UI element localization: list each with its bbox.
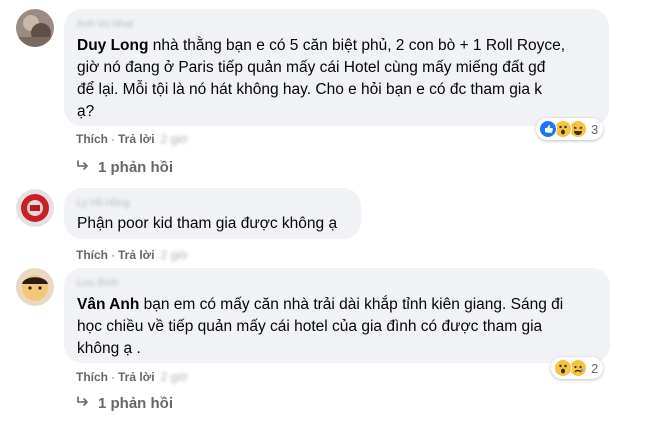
timestamp[interactable]: 2 giờ <box>161 370 188 384</box>
avatar[interactable] <box>16 9 54 47</box>
view-replies-link[interactable]: 1 phản hồi <box>76 158 173 178</box>
comment-text: Duy Long nhà thằng bạn e có 5 căn biệt p… <box>77 37 566 120</box>
comment-actions: Thích · Trả lời 2 giờ <box>76 248 188 262</box>
comment-text: Vân Anh bạn em có mấy căn nhà trải dài k… <box>77 296 564 357</box>
comment-author[interactable]: Lưu Bình <box>77 277 597 290</box>
mention-link[interactable]: Duy Long <box>77 37 148 54</box>
reaction-count: 2 <box>591 360 599 376</box>
timestamp[interactable]: 2 giờ <box>161 248 188 262</box>
reply-button[interactable]: Trả lời <box>118 132 155 146</box>
wow-reaction-icon <box>554 359 572 377</box>
reactions-summary[interactable]: 3 <box>536 118 604 140</box>
view-replies-link[interactable]: 1 phản hồi <box>76 394 173 414</box>
like-button[interactable]: Thích <box>76 370 108 384</box>
reactions-summary[interactable]: 2 <box>551 357 604 379</box>
reply-button[interactable]: Trả lời <box>118 248 155 262</box>
comment-actions: Thích · Trả lời 2 giờ <box>76 370 188 384</box>
timestamp[interactable]: 2 giờ <box>161 132 188 146</box>
reply-arrow-icon <box>76 158 90 178</box>
comment-text: Phận poor kid tham gia được không ạ <box>77 215 338 232</box>
mention-link[interactable]: Vân Anh <box>77 296 139 313</box>
like-reaction-icon <box>539 120 557 138</box>
replies-label: 1 phản hồi <box>98 395 173 412</box>
comment-bubble: Anh Vu Nhat Duy Long nhà thằng bạn e có … <box>64 9 609 126</box>
comment-bubble: Ly Hồ Hồng Phận poor kid tham gia được k… <box>64 188 361 239</box>
comment-author[interactable]: Anh Vu Nhat <box>77 18 596 31</box>
reply-arrow-icon <box>76 394 90 414</box>
like-button[interactable]: Thích <box>76 248 108 262</box>
comment-author[interactable]: Ly Hồ Hồng <box>77 197 348 210</box>
like-button[interactable]: Thích <box>76 132 108 146</box>
replies-label: 1 phản hồi <box>98 159 173 176</box>
comment-bubble: Lưu Bình Vân Anh bạn em có mấy căn nhà t… <box>64 268 610 363</box>
reply-button[interactable]: Trả lời <box>118 370 155 384</box>
comment-actions: Thích · Trả lời 2 giờ <box>76 132 188 146</box>
avatar[interactable] <box>16 189 54 227</box>
avatar[interactable] <box>16 268 54 306</box>
reaction-count: 3 <box>591 121 599 137</box>
